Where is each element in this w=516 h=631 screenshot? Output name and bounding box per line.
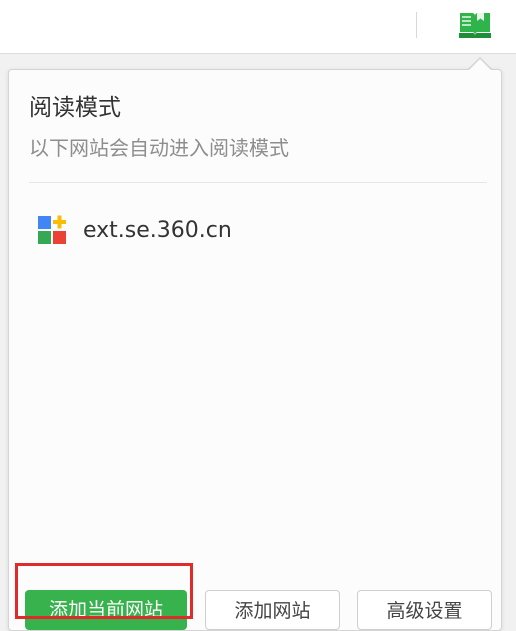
reader-mode-popup: 阅读模式 以下网站会自动进入阅读模式 ext.se.360.cn 添加当前网站 … [8, 69, 502, 631]
book-reader-icon [459, 13, 491, 38]
site-list-item[interactable]: ext.se.360.cn [37, 210, 477, 250]
reader-mode-button[interactable] [454, 6, 496, 44]
browser-toolbar [0, 0, 516, 54]
site-url: ext.se.360.cn [83, 217, 232, 243]
divider [29, 182, 487, 183]
popup-caret [469, 59, 491, 70]
popup-title: 阅读模式 [29, 95, 121, 121]
popup-subtitle: 以下网站会自动进入阅读模式 [29, 136, 289, 160]
popup-footer: 添加当前网站 添加网站 高级设置 [9, 586, 501, 630]
toolbar-separator [416, 12, 417, 38]
add-site-button[interactable]: 添加网站 [205, 590, 340, 630]
app-grid-plus-icon [38, 215, 66, 244]
advanced-settings-button[interactable]: 高级设置 [357, 590, 492, 630]
add-current-site-button[interactable]: 添加当前网站 [25, 590, 187, 630]
